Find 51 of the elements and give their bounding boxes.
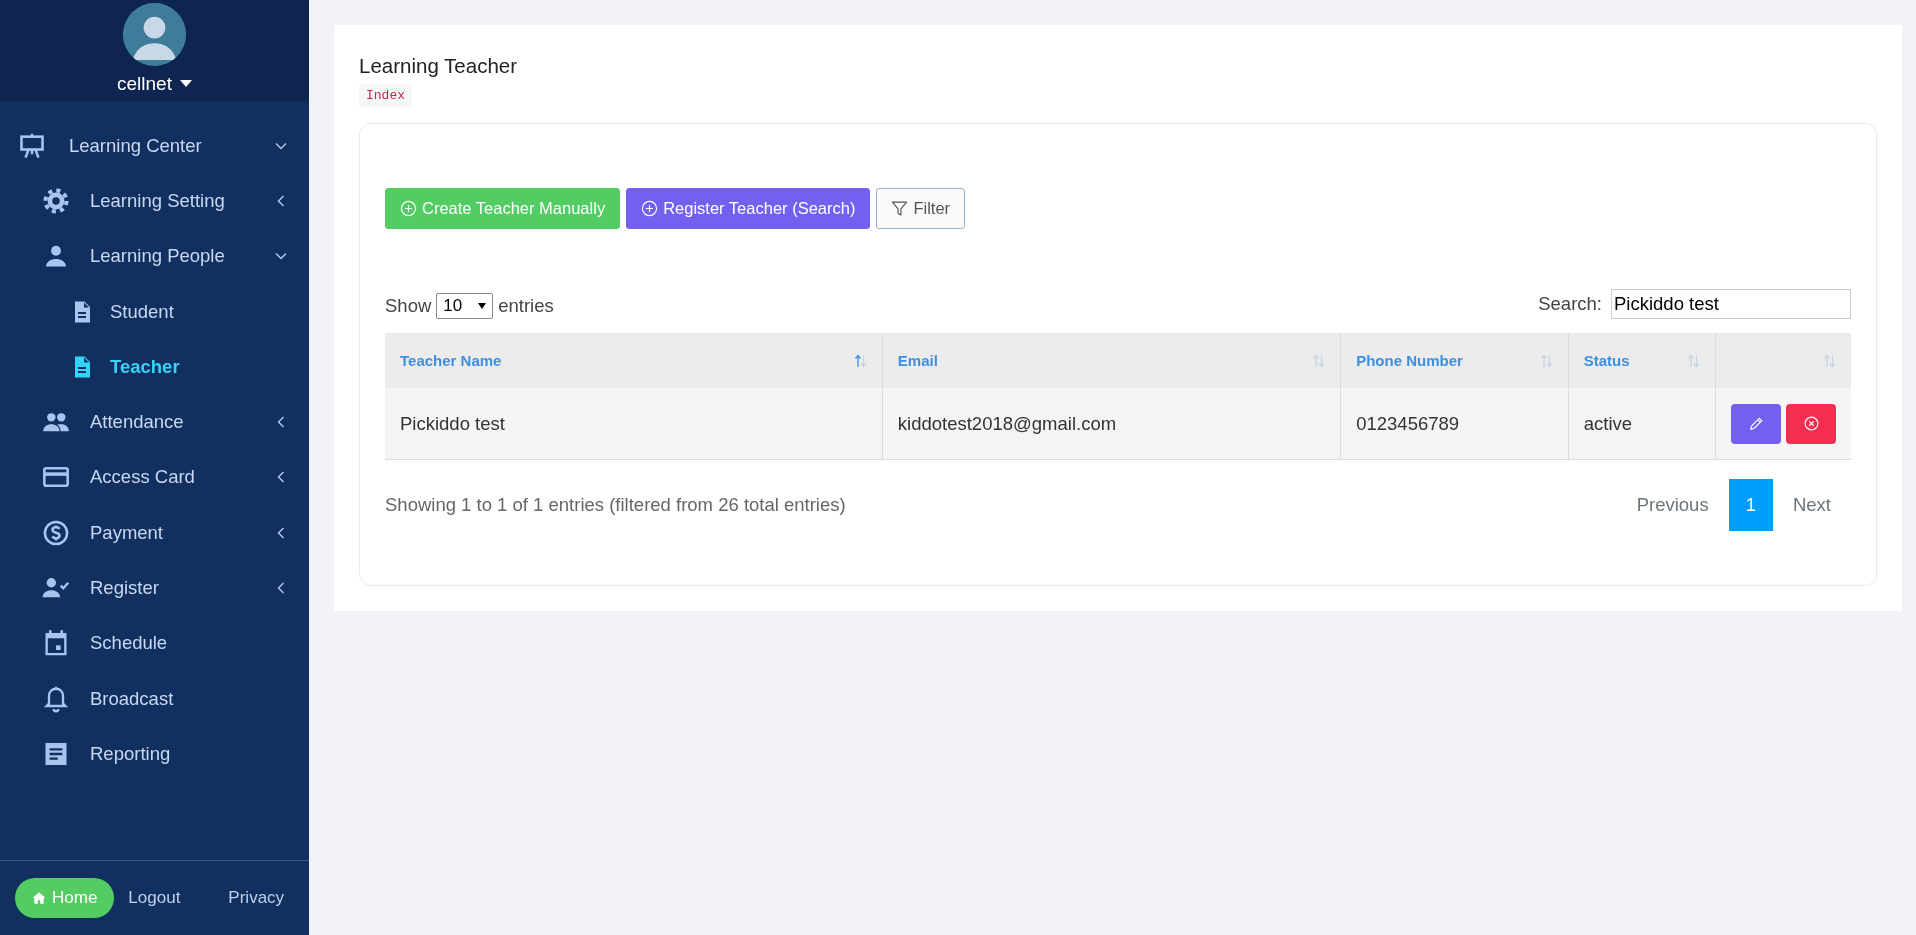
next-page-link[interactable]: Next bbox=[1772, 479, 1851, 531]
filter-icon bbox=[891, 200, 909, 217]
settings-icon bbox=[42, 186, 70, 215]
user-menu[interactable]: cellnet bbox=[117, 73, 192, 95]
home-icon bbox=[32, 891, 46, 905]
filter-button[interactable]: Filter bbox=[876, 188, 966, 229]
pencil-icon bbox=[1747, 415, 1765, 432]
dollar-coin-icon bbox=[42, 518, 70, 547]
table-cell: 0123456789 bbox=[1356, 412, 1460, 434]
previous-page-link[interactable]: Previous bbox=[1616, 479, 1729, 531]
table-cell: kiddotest2018@gmail.com bbox=[897, 412, 1117, 434]
nav-item[interactable]: Broadcast bbox=[0, 670, 309, 727]
nav-item[interactable]: Payment bbox=[0, 505, 309, 561]
nav-item[interactable]: Learning Setting bbox=[0, 173, 309, 229]
delete-button[interactable] bbox=[1786, 403, 1836, 444]
search-label: Search: bbox=[1538, 293, 1602, 315]
entries-select[interactable]: 10 bbox=[436, 293, 494, 319]
nav-item[interactable]: Learning People bbox=[0, 228, 309, 284]
sort-icon[interactable] bbox=[1312, 353, 1326, 368]
caret-icon bbox=[478, 303, 487, 309]
sort-icon[interactable] bbox=[1539, 353, 1553, 368]
table-cell: active bbox=[1583, 412, 1633, 434]
show-label: Show bbox=[385, 295, 432, 317]
search-field[interactable]: Pickiddo test bbox=[1611, 289, 1851, 319]
register-button[interactable]: Register Teacher (Search) bbox=[626, 188, 871, 229]
edit-button[interactable] bbox=[1731, 403, 1781, 444]
table-cell: Pickiddo test bbox=[400, 412, 505, 434]
nav-item[interactable]: Register bbox=[0, 560, 309, 616]
logout-link[interactable]: Logout bbox=[128, 888, 181, 908]
nav-item[interactable]: Teacher bbox=[0, 339, 309, 395]
sort-icon[interactable] bbox=[1687, 353, 1700, 368]
nav-item[interactable]: Schedule bbox=[0, 615, 309, 671]
sort-icon[interactable] bbox=[1823, 353, 1836, 368]
close-icon bbox=[1802, 415, 1820, 432]
table-info: Showing 1 to 1 of 1 entries (filtered from 26 total entries) bbox=[385, 494, 846, 516]
nav-item[interactable]: Learning Center bbox=[0, 118, 309, 174]
nav-item[interactable]: Student bbox=[0, 283, 309, 340]
sort-icon[interactable] bbox=[853, 353, 867, 368]
entries-label: entries bbox=[498, 295, 554, 317]
breadcrumb: Index bbox=[359, 84, 412, 107]
nav-item[interactable]: Access Card bbox=[0, 449, 309, 506]
plus-circle-icon bbox=[641, 200, 659, 217]
avatar bbox=[123, 3, 186, 66]
nav-item[interactable]: Reporting bbox=[0, 726, 309, 782]
easel-icon bbox=[18, 131, 46, 160]
nav-item[interactable]: Attendance bbox=[0, 394, 309, 450]
plus-circle-icon bbox=[400, 200, 417, 217]
caret-icon bbox=[179, 80, 192, 88]
bell-icon bbox=[42, 684, 70, 713]
privacy-link[interactable]: Privacy bbox=[228, 888, 285, 908]
page-title: Learning Teacher bbox=[359, 54, 519, 78]
